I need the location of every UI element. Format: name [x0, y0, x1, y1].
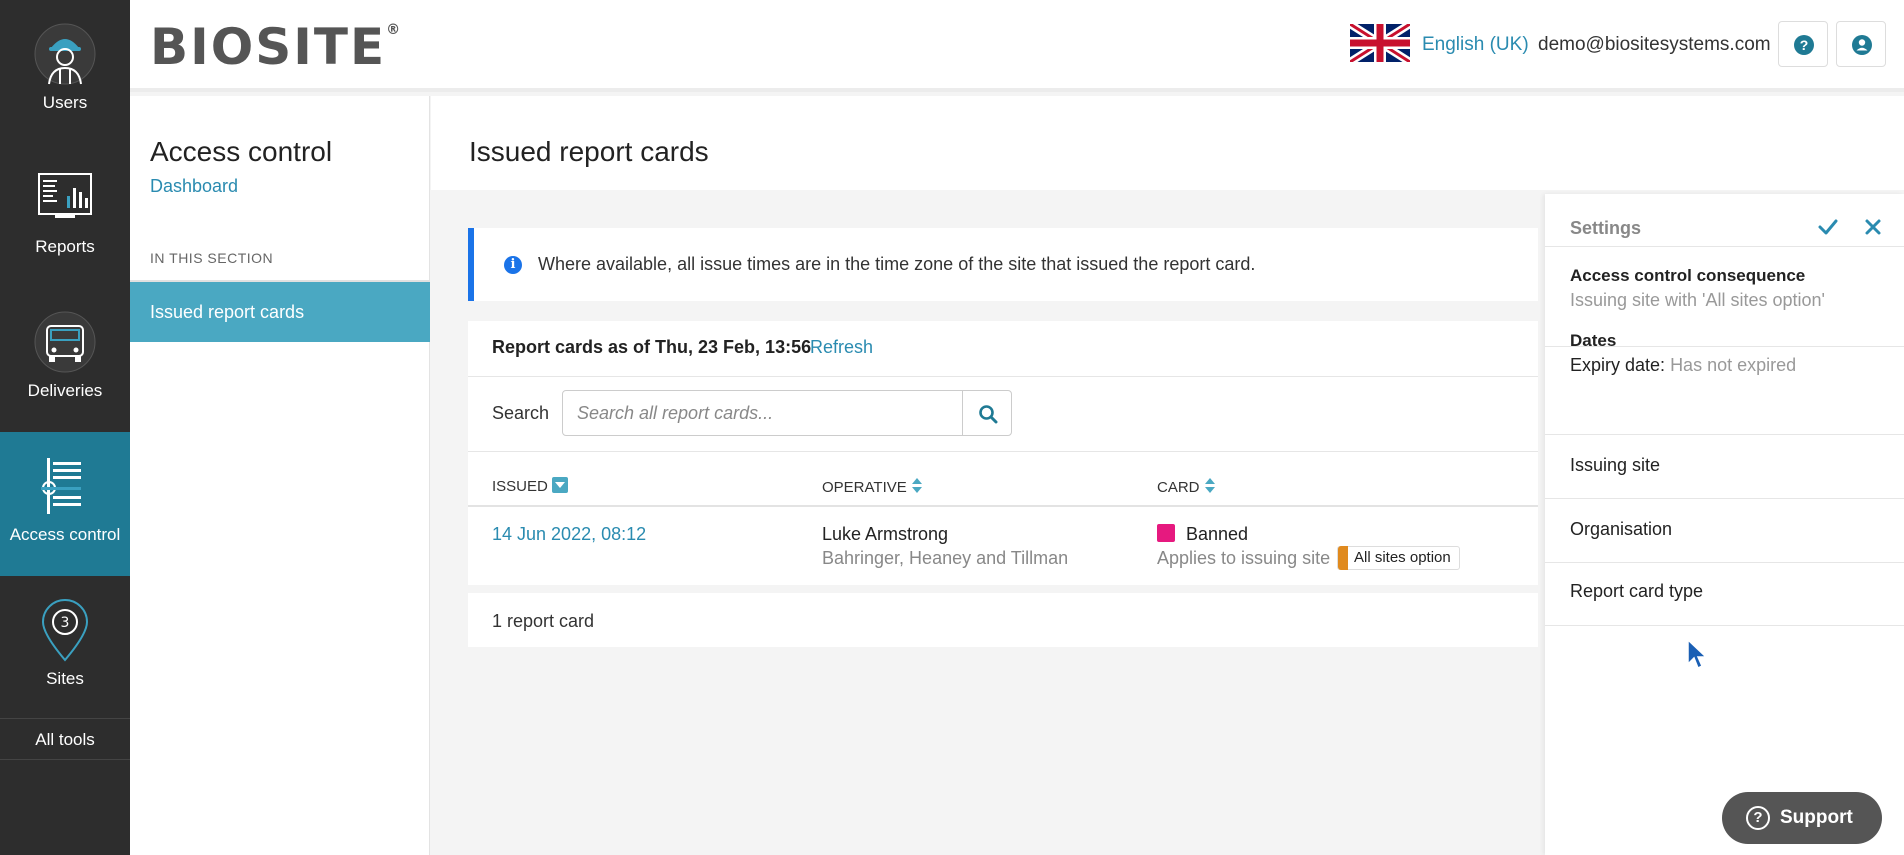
barrier-list-icon — [41, 458, 81, 514]
consequence-title: Access control consequence — [1570, 266, 1806, 285]
support-label: Support — [1780, 807, 1853, 828]
left-nav: Users Reports Deliveries Access control … — [0, 0, 130, 855]
section-item-issued-report-cards[interactable]: Issued report cards — [130, 282, 430, 342]
sort-icon — [1204, 477, 1216, 495]
settings-row-report-card-type[interactable]: Report card type — [1545, 562, 1904, 626]
dashboard-link[interactable]: Dashboard — [150, 176, 238, 197]
column-label-card: CARD — [1157, 479, 1200, 496]
info-banner: i Where available, all issue times are i… — [468, 228, 1538, 301]
operative-organisation: Bahringer, Heaney and Tillman — [822, 548, 1069, 568]
sort-icon — [911, 477, 923, 495]
section-title: Access control — [150, 136, 333, 167]
nav-item-users[interactable]: Users — [0, 0, 130, 144]
card-name: Banned — [1186, 524, 1249, 544]
top-header: BIOSITE® English (UK) demo@biositesystem… — [130, 0, 1904, 92]
card-color-swatch — [1157, 524, 1175, 542]
nav-label-sites: Sites — [46, 669, 84, 688]
organisation-label: Organisation — [1570, 519, 1673, 539]
main-header: Issued report cards — [431, 96, 1904, 190]
uk-flag-icon[interactable] — [1350, 24, 1410, 62]
section-subheading: IN THIS SECTION — [150, 250, 274, 266]
nav-label-reports: Reports — [35, 237, 95, 256]
report-card-type-label: Report card type — [1570, 581, 1704, 601]
section-panel: Access control Dashboard IN THIS SECTION… — [130, 96, 430, 855]
expiry-value: Has not expired — [1670, 355, 1797, 375]
consequence-value: Issuing site with 'All sites option' — [1570, 290, 1825, 310]
settings-row-organisation[interactable]: Organisation — [1545, 498, 1904, 562]
nav-all-tools[interactable]: All tools — [0, 718, 130, 760]
user-icon — [1852, 35, 1872, 55]
worker-icon — [34, 23, 96, 85]
sort-desc-icon — [551, 477, 568, 493]
info-icon: i — [504, 256, 522, 274]
page-title: Issued report cards — [469, 136, 709, 167]
question-icon: ? — [1746, 806, 1770, 830]
table-header-divider — [468, 505, 1538, 507]
as-of-label: Report cards as of Thu, 23 Feb, 13:56 — [492, 337, 812, 357]
divider — [468, 376, 1538, 377]
settings-panel: Settings Access control consequence Issu… — [1545, 194, 1904, 855]
nav-item-deliveries[interactable]: Deliveries — [0, 288, 130, 432]
search-icon — [979, 405, 998, 424]
divider — [468, 451, 1538, 452]
settings-row-issuing-site[interactable]: Issuing site — [1545, 434, 1904, 498]
report-chart-icon — [38, 173, 92, 218]
user-menu-button[interactable] — [1836, 21, 1886, 67]
nav-label-users: Users — [42, 93, 88, 112]
settings-row-consequence[interactable]: Access control consequence Issuing site … — [1545, 246, 1904, 316]
operative-name: Luke Armstrong — [822, 524, 949, 544]
info-text: Where available, all issue times are in … — [538, 254, 1256, 274]
nav-item-reports[interactable]: Reports — [0, 144, 130, 288]
nav-label-access-control: Access control — [9, 525, 121, 544]
check-icon[interactable] — [1815, 214, 1841, 240]
issuing-site-label: Issuing site — [1570, 455, 1661, 475]
column-label-operative: OPERATIVE — [822, 479, 907, 496]
location-pin-icon: 3 — [41, 599, 89, 662]
search-button[interactable] — [962, 390, 1012, 436]
refresh-link[interactable]: Refresh — [810, 337, 873, 358]
column-label-issued: ISSUED — [492, 478, 548, 495]
column-header-operative[interactable]: OPERATIVE — [822, 477, 923, 496]
language-selector[interactable]: English (UK) — [1422, 34, 1529, 56]
results-count-bar: 1 report card — [468, 593, 1538, 647]
user-email: demo@biositesystems.com — [1538, 34, 1771, 55]
search-input[interactable] — [562, 390, 964, 436]
column-header-issued[interactable]: ISSUED — [492, 477, 568, 495]
settings-row-dates[interactable]: Dates Expiry date: Has not expired — [1545, 331, 1904, 416]
settings-title: Settings — [1570, 218, 1642, 238]
nav-item-access-control[interactable]: Access control — [0, 432, 130, 576]
nav-label-deliveries: Deliveries — [27, 381, 103, 400]
card-scope: Applies to issuing site — [1157, 548, 1331, 568]
svg-text:3: 3 — [61, 615, 70, 631]
results-count: 1 report card — [492, 611, 595, 631]
search-label: Search — [492, 403, 550, 423]
mouse-cursor-icon — [1687, 638, 1708, 670]
dates-title: Dates — [1570, 331, 1617, 350]
support-button[interactable]: ? Support — [1722, 792, 1882, 844]
report-cards-panel: Report cards as of Thu, 23 Feb, 13:56 Re… — [468, 321, 1538, 585]
all-sites-badge: All sites option — [1337, 546, 1460, 570]
help-icon: ? — [1794, 35, 1814, 55]
nav-item-sites[interactable]: 3 Sites — [0, 576, 130, 720]
expiry-label: Expiry date: — [1570, 355, 1666, 375]
help-button[interactable]: ? — [1778, 21, 1828, 67]
logo-registered-mark: ® — [386, 22, 403, 38]
close-icon[interactable] — [1860, 214, 1886, 240]
issued-date-link[interactable]: 14 Jun 2022, 08:12 — [492, 524, 646, 545]
logo-text: BIOSITE — [150, 18, 387, 76]
column-header-card[interactable]: CARD — [1157, 477, 1216, 496]
truck-icon — [34, 311, 96, 373]
biosite-logo[interactable]: BIOSITE® — [150, 18, 402, 76]
